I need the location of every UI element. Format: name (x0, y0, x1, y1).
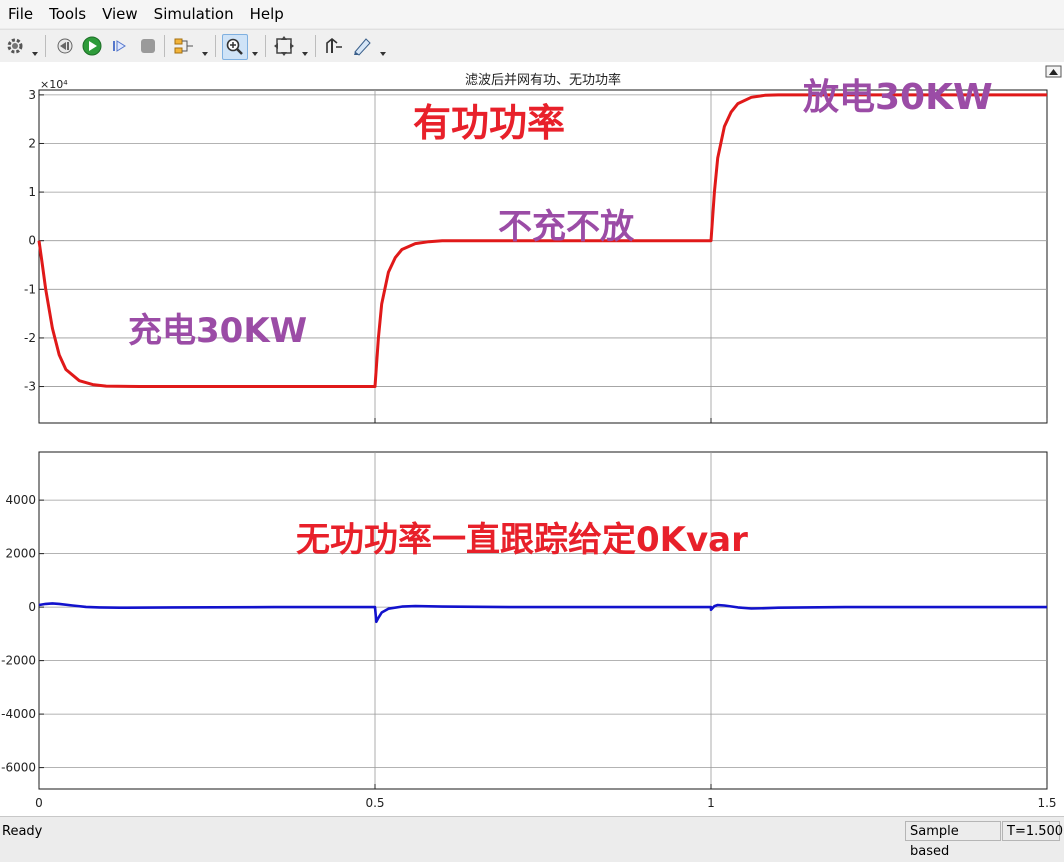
step-back-icon[interactable] (52, 34, 76, 58)
toolbar (0, 29, 1064, 63)
chevron-down-icon[interactable] (31, 43, 39, 56)
x-tick-label: 0.5 (365, 796, 384, 810)
highlight-icon[interactable] (350, 34, 374, 58)
run-icon[interactable] (80, 34, 104, 58)
undock-icon[interactable] (1045, 65, 1062, 78)
menu-view[interactable]: View (94, 0, 146, 28)
x-tick-label: 1.5 (1037, 796, 1056, 810)
annotation-idle: 不充不放 (498, 207, 634, 247)
y-tick-label: 3 (28, 88, 36, 102)
annotation-reactive: 无功功率一直跟踪给定0Kvar (296, 520, 748, 560)
toolbar-separator (215, 35, 216, 57)
menu-tools[interactable]: Tools (41, 0, 94, 28)
menu-bar: File Tools View Simulation Help (0, 0, 1064, 28)
annotation-active-power: 有功功率 (413, 101, 566, 145)
scope-canvas: 滤波后并网有功、无功功率 3 2 1 0 -1 -2 -3 ×10⁴ 4000 2000 0 -2… (1, 65, 1062, 810)
zoom-icon[interactable] (222, 34, 248, 60)
menu-help[interactable]: Help (242, 0, 292, 28)
y-tick-label: -2000 (1, 654, 36, 668)
toolbar-separator (315, 35, 316, 57)
fit-to-view-icon[interactable] (272, 34, 296, 58)
y-tick-label: -3 (24, 380, 36, 394)
y-tick-label: 4000 (5, 493, 36, 507)
x-tick-labels: 0 0.5 1 1.5 (35, 796, 1056, 810)
gear-icon[interactable] (3, 34, 27, 58)
stop-icon[interactable] (136, 34, 160, 58)
status-text: Ready (2, 824, 43, 839)
annotation-charge: 充电30KW (128, 311, 308, 351)
step-forward-icon[interactable] (108, 34, 132, 58)
y-tick-label: -2 (24, 331, 36, 345)
chevron-down-icon[interactable] (201, 43, 209, 56)
y-tick-label: -1 (24, 282, 36, 296)
y-multiplier: ×10⁴ (40, 78, 68, 91)
cursor-measure-icon[interactable] (322, 34, 346, 58)
menu-file[interactable]: File (0, 0, 41, 28)
y-tick-label: 2 (28, 136, 36, 150)
x-tick-label: 0 (35, 796, 43, 810)
y-tick-labels: 4000 2000 0 -2000 -4000 -6000 (1, 493, 36, 774)
chevron-down-icon[interactable] (251, 43, 259, 56)
toolbar-separator (45, 35, 46, 57)
signal-select-icon[interactable] (172, 34, 196, 58)
sample-mode: Sample based (905, 821, 1001, 859)
y-tick-label: 0 (28, 600, 36, 614)
y-tick-label: 1 (28, 185, 36, 199)
reactive-power-axes: 4000 2000 0 -2000 -4000 -6000 0 0.5 1 1.5 (1, 451, 1057, 810)
status-bar: Ready Sample based T=1.500 (0, 816, 1064, 859)
x-tick-label: 1 (707, 796, 715, 810)
toolbar-separator (164, 35, 165, 57)
axes-box (38, 451, 1048, 790)
scope-title: 滤波后并网有功、无功功率 (465, 72, 621, 88)
scope-display: 滤波后并网有功、无功功率 3 2 1 0 -1 -2 -3 ×10⁴ 4000 2000 0 -2… (0, 62, 1064, 816)
chevron-down-icon[interactable] (301, 43, 309, 56)
annotation-discharge: 放电30KW (803, 77, 993, 118)
y-tick-label: 0 (28, 234, 36, 248)
y-tick-label: -4000 (1, 707, 36, 721)
chevron-down-icon[interactable] (379, 43, 387, 56)
y-tick-label: -6000 (1, 761, 36, 775)
toolbar-separator (265, 35, 266, 57)
menu-simulation[interactable]: Simulation (146, 0, 242, 28)
y-tick-labels: 3 2 1 0 -1 -2 -3 (24, 88, 36, 394)
sim-time: T=1.500 (1002, 821, 1063, 841)
y-tick-label: 2000 (5, 547, 36, 561)
